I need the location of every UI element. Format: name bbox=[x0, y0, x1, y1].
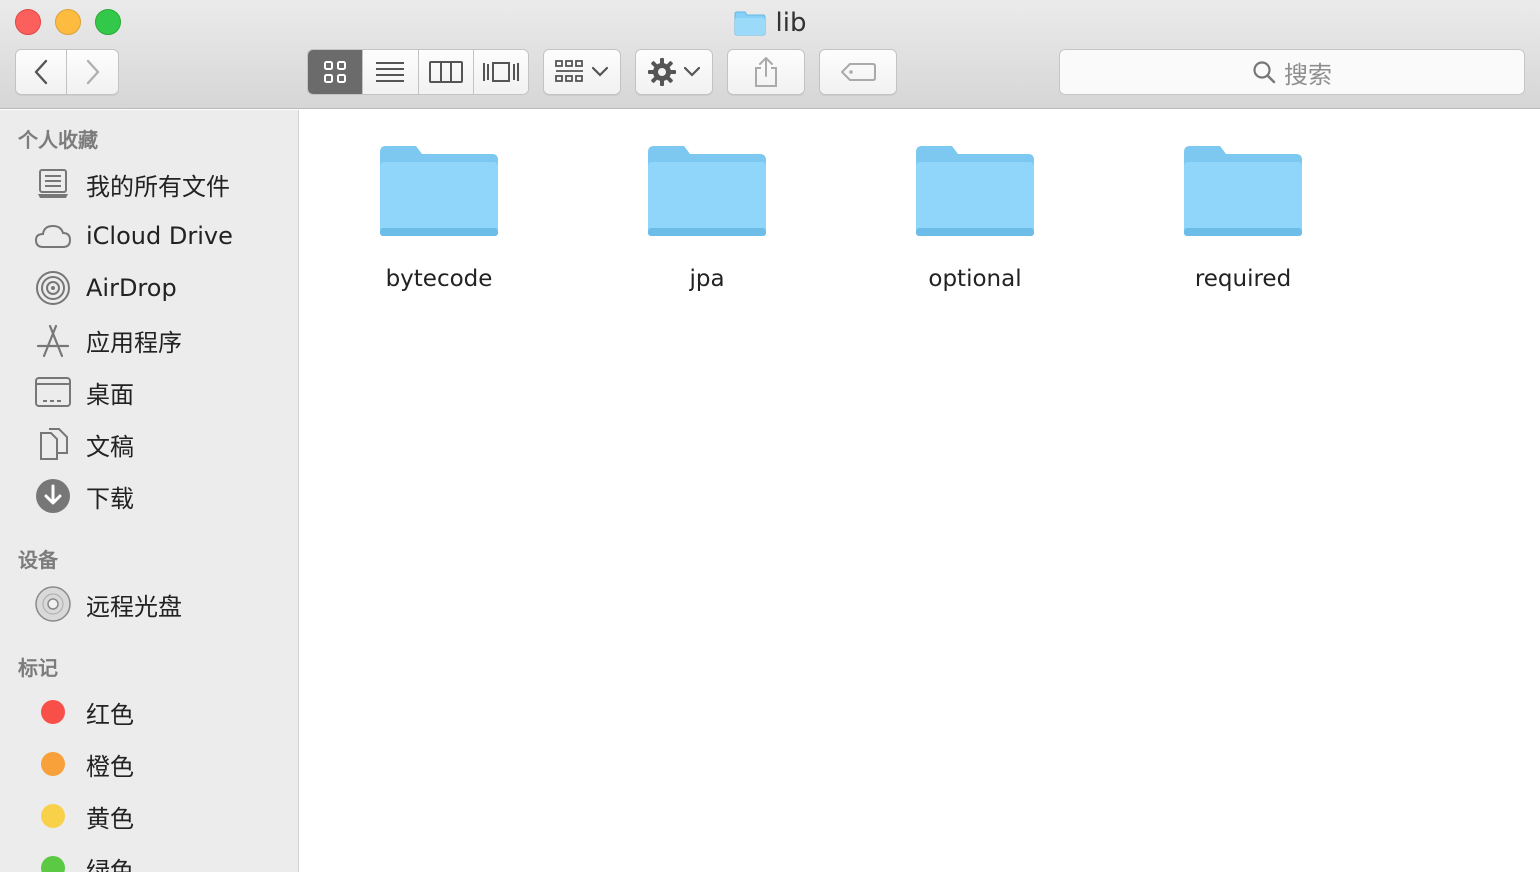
sidebar-item-label: 下载 bbox=[86, 484, 134, 513]
sidebar-section-favorites: 个人收藏 bbox=[18, 128, 98, 152]
sidebar-item-tag-green[interactable]: 绿色 bbox=[34, 848, 294, 872]
sidebar-section-tags: 标记 bbox=[18, 656, 58, 680]
sidebar-item-tag-yellow[interactable]: 黄色 bbox=[34, 796, 294, 836]
search-field[interactable]: 搜索 bbox=[1059, 49, 1525, 95]
window-title-text: lib bbox=[775, 8, 807, 38]
sidebar-item-desktop[interactable]: 桌面 bbox=[34, 372, 294, 412]
sidebar-item-label: 绿色 bbox=[86, 856, 134, 872]
folder-icon bbox=[380, 146, 498, 236]
folder-name: required bbox=[1194, 266, 1292, 292]
sidebar: 个人收藏 我的所有文件 iCloud Drive AirDrop 应用程序 桌面… bbox=[0, 110, 299, 872]
grid-icon bbox=[324, 61, 347, 83]
gear-icon bbox=[648, 58, 676, 86]
tag-dot-slot bbox=[34, 745, 72, 783]
tag-color-dot bbox=[41, 804, 65, 828]
chevron-down-icon bbox=[683, 66, 701, 77]
group-by-button[interactable] bbox=[543, 49, 621, 95]
chevron-right-icon bbox=[86, 59, 99, 85]
navigation-buttons bbox=[15, 49, 119, 95]
back-button[interactable] bbox=[15, 49, 67, 95]
sidebar-item-tag-orange[interactable]: 橙色 bbox=[34, 744, 294, 784]
chevron-left-icon bbox=[34, 59, 48, 85]
share-button[interactable] bbox=[727, 49, 805, 95]
icon-view-button[interactable] bbox=[308, 50, 364, 94]
disc-icon bbox=[34, 585, 72, 623]
sidebar-item-label: 应用程序 bbox=[86, 328, 182, 357]
sidebar-item-label: iCloud Drive bbox=[86, 222, 233, 250]
share-icon bbox=[755, 57, 777, 87]
group-by-icon bbox=[555, 60, 583, 82]
tag-color-dot bbox=[41, 752, 65, 776]
list-view-button[interactable] bbox=[363, 50, 419, 94]
folder-icon bbox=[648, 146, 766, 236]
sidebar-item-icloud-drive[interactable]: iCloud Drive bbox=[34, 216, 294, 256]
sidebar-section-devices: 设备 bbox=[18, 548, 58, 572]
list-icon bbox=[376, 62, 405, 82]
sidebar-item-label: 黄色 bbox=[86, 804, 134, 833]
search-icon bbox=[1253, 61, 1276, 84]
view-mode-control bbox=[307, 49, 529, 95]
sidebar-item-label: 我的所有文件 bbox=[86, 172, 230, 201]
column-view-button[interactable] bbox=[418, 50, 474, 94]
sidebar-item-label: 桌面 bbox=[86, 380, 134, 409]
tag-dot-slot bbox=[34, 797, 72, 835]
tag-icon bbox=[841, 63, 876, 81]
folder-name: jpa bbox=[689, 266, 725, 292]
folder-item[interactable]: required bbox=[1143, 140, 1343, 310]
chevron-down-icon bbox=[591, 66, 609, 77]
documents-icon bbox=[34, 425, 72, 463]
tag-dot-slot bbox=[34, 693, 72, 731]
tag-color-dot bbox=[41, 700, 65, 724]
sidebar-item-downloads[interactable]: 下载 bbox=[34, 476, 294, 516]
applications-icon bbox=[34, 321, 72, 359]
folder-name: bytecode bbox=[385, 266, 493, 292]
sidebar-item-applications[interactable]: 应用程序 bbox=[34, 320, 294, 360]
folder-icon bbox=[734, 11, 766, 36]
folder-item[interactable]: optional bbox=[875, 140, 1075, 310]
airdrop-icon bbox=[34, 269, 72, 307]
forward-button[interactable] bbox=[67, 49, 119, 95]
columns-icon bbox=[428, 61, 463, 83]
folder-item[interactable]: bytecode bbox=[339, 140, 539, 310]
tag-color-dot bbox=[41, 856, 65, 872]
sidebar-item-airdrop[interactable]: AirDrop bbox=[34, 268, 294, 308]
search-placeholder: 搜索 bbox=[1284, 60, 1332, 89]
sidebar-item-label: 远程光盘 bbox=[86, 592, 182, 621]
file-browser-content: bytecode jpa optional required bbox=[300, 110, 1540, 872]
window-toolbar: lib 搜索 bbox=[0, 0, 1540, 109]
sidebar-item-label: 橙色 bbox=[86, 752, 134, 781]
edit-tags-button[interactable] bbox=[819, 49, 897, 95]
folder-name: optional bbox=[928, 266, 1022, 292]
sidebar-item-label: AirDrop bbox=[86, 274, 177, 302]
sidebar-item-all-files[interactable]: 我的所有文件 bbox=[34, 164, 294, 204]
sidebar-item-label: 文稿 bbox=[86, 432, 134, 461]
all-files-icon bbox=[34, 165, 72, 203]
window-title: lib bbox=[0, 6, 1540, 40]
sidebar-item-remote-disc[interactable]: 远程光盘 bbox=[34, 584, 294, 624]
sidebar-item-tag-red[interactable]: 红色 bbox=[34, 692, 294, 732]
folder-icon bbox=[916, 146, 1034, 236]
cover-flow-icon bbox=[482, 62, 519, 82]
folder-icon bbox=[1184, 146, 1302, 236]
folder-item[interactable]: jpa bbox=[607, 140, 807, 310]
desktop-icon bbox=[34, 373, 72, 411]
downloads-icon bbox=[34, 477, 72, 515]
tag-dot-slot bbox=[34, 849, 72, 872]
action-menu-button[interactable] bbox=[635, 49, 713, 95]
sidebar-item-label: 红色 bbox=[86, 700, 134, 729]
sidebar-item-documents[interactable]: 文稿 bbox=[34, 424, 294, 464]
cover-flow-view-button[interactable] bbox=[473, 50, 528, 94]
cloud-icon bbox=[34, 217, 72, 255]
